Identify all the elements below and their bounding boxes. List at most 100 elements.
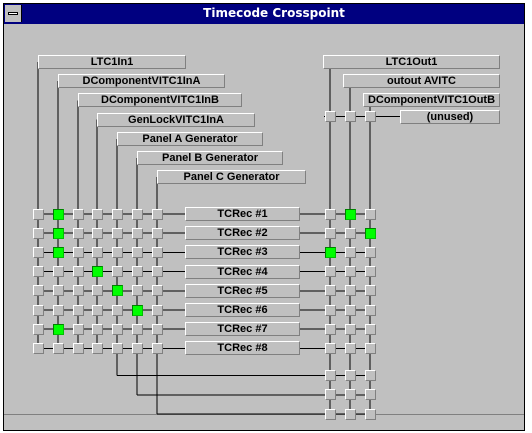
input-crosspoint-r5-c5[interactable] (111, 285, 123, 297)
input-crosspoint-r1-c6[interactable] (131, 208, 143, 220)
input-crosspoint-r1-c7[interactable] (151, 208, 163, 220)
loop-crosspoint-r1-c1[interactable] (324, 370, 336, 382)
input-crosspoint-r7-c1[interactable] (32, 323, 44, 335)
input-crosspoint-r7-c3[interactable] (72, 323, 84, 335)
input-crosspoint-r8-c3[interactable] (72, 342, 84, 354)
loop-crosspoint-r1-c2[interactable] (344, 370, 356, 382)
input-crosspoint-r8-c1[interactable] (32, 342, 44, 354)
input-crosspoint-r6-c4[interactable] (91, 304, 103, 316)
output-crosspoint-r2-c1[interactable] (324, 227, 336, 239)
input-source-2: DComponentVITC1InA (58, 74, 225, 89)
output-crosspoint-r4-c2[interactable] (344, 266, 356, 278)
loop-crosspoint-r2-c1[interactable] (324, 389, 336, 401)
output-crosspoint-r6-c1[interactable] (324, 304, 336, 316)
input-crosspoint-r8-c4[interactable] (91, 342, 103, 354)
input-source-7: Panel C Generator (157, 170, 306, 185)
reader-3: TCRec #3 (185, 245, 300, 260)
input-crosspoint-r5-c7[interactable] (151, 285, 163, 297)
output-crosspoint-r6-c3[interactable] (364, 304, 376, 316)
output-crosspoint-r8-c2[interactable] (344, 342, 356, 354)
input-crosspoint-r4-c1[interactable] (32, 266, 44, 278)
input-crosspoint-r1-c4[interactable] (91, 208, 103, 220)
output-crosspoint-r1-c3[interactable] (364, 208, 376, 220)
unused-label: (unused) (400, 109, 500, 124)
input-crosspoint-r7-c6[interactable] (131, 323, 143, 335)
output-crosspoint-r1-c1[interactable] (324, 208, 336, 220)
output-crosspoint-r7-c1[interactable] (324, 323, 336, 335)
input-crosspoint-r8-c2[interactable] (52, 342, 64, 354)
input-crosspoint-r4-c4[interactable] (91, 266, 103, 278)
input-crosspoint-r5-c4[interactable] (91, 285, 103, 297)
input-crosspoint-r1-c5[interactable] (111, 208, 123, 220)
input-crosspoint-r2-c4[interactable] (91, 227, 103, 239)
input-crosspoint-r7-c5[interactable] (111, 323, 123, 335)
output-crosspoint-r8-c3[interactable] (364, 342, 376, 354)
input-crosspoint-r2-c6[interactable] (131, 227, 143, 239)
reader-4: TCRec #4 (185, 264, 300, 279)
input-crosspoint-r7-c4[interactable] (91, 323, 103, 335)
output-dest-1: LTC1Out1 (323, 55, 500, 69)
unused-crosspoint-1[interactable] (324, 111, 336, 123)
input-crosspoint-r4-c7[interactable] (151, 266, 163, 278)
input-crosspoint-r5-c3[interactable] (72, 285, 84, 297)
input-crosspoint-r5-c2[interactable] (52, 285, 64, 297)
input-crosspoint-r3-c6[interactable] (131, 246, 143, 258)
input-crosspoint-r3-c7[interactable] (151, 246, 163, 258)
loop-crosspoint-r2-c3[interactable] (364, 389, 376, 401)
input-crosspoint-r2-c5[interactable] (111, 227, 123, 239)
input-crosspoint-r3-c5[interactable] (111, 246, 123, 258)
input-crosspoint-r6-c5[interactable] (111, 304, 123, 316)
input-crosspoint-r7-c2[interactable] (52, 323, 64, 335)
input-crosspoint-r8-c5[interactable] (111, 342, 123, 354)
output-crosspoint-r1-c2[interactable] (344, 208, 356, 220)
output-crosspoint-r6-c2[interactable] (344, 304, 356, 316)
input-crosspoint-r4-c5[interactable] (111, 266, 123, 278)
input-crosspoint-r4-c6[interactable] (131, 266, 143, 278)
input-crosspoint-r1-c3[interactable] (72, 208, 84, 220)
loop-crosspoint-r1-c3[interactable] (364, 370, 376, 382)
input-crosspoint-r2-c3[interactable] (72, 227, 84, 239)
input-crosspoint-r5-c6[interactable] (131, 285, 143, 297)
output-crosspoint-r5-c3[interactable] (364, 285, 376, 297)
output-crosspoint-r3-c1[interactable] (324, 246, 336, 258)
input-crosspoint-r3-c3[interactable] (72, 246, 84, 258)
input-crosspoint-r7-c7[interactable] (151, 323, 163, 335)
input-crosspoint-r8-c6[interactable] (131, 342, 143, 354)
loop-crosspoint-r3-c1[interactable] (324, 408, 336, 420)
unused-crosspoint-2[interactable] (344, 111, 356, 123)
output-crosspoint-r5-c2[interactable] (344, 285, 356, 297)
reader-7: TCRec #7 (185, 322, 300, 337)
loop-crosspoint-r3-c2[interactable] (344, 408, 356, 420)
output-crosspoint-r2-c2[interactable] (344, 227, 356, 239)
output-crosspoint-r2-c3[interactable] (364, 227, 376, 239)
input-crosspoint-r6-c1[interactable] (32, 304, 44, 316)
output-crosspoint-r4-c3[interactable] (364, 266, 376, 278)
output-crosspoint-r5-c1[interactable] (324, 285, 336, 297)
output-crosspoint-r4-c1[interactable] (324, 266, 336, 278)
input-crosspoint-r6-c7[interactable] (151, 304, 163, 316)
input-crosspoint-r1-c1[interactable] (32, 208, 44, 220)
output-dest-3: DComponentVITC1OutB (363, 93, 500, 108)
input-crosspoint-r4-c3[interactable] (72, 266, 84, 278)
input-crosspoint-r2-c2[interactable] (52, 227, 64, 239)
output-crosspoint-r7-c2[interactable] (344, 323, 356, 335)
output-crosspoint-r3-c3[interactable] (364, 246, 376, 258)
input-crosspoint-r2-c1[interactable] (32, 227, 44, 239)
input-crosspoint-r4-c2[interactable] (52, 266, 64, 278)
loop-crosspoint-r3-c3[interactable] (364, 408, 376, 420)
input-crosspoint-r6-c3[interactable] (72, 304, 84, 316)
input-crosspoint-r6-c6[interactable] (131, 304, 143, 316)
input-crosspoint-r1-c2[interactable] (52, 208, 64, 220)
input-crosspoint-r3-c4[interactable] (91, 246, 103, 258)
output-crosspoint-r8-c1[interactable] (324, 342, 336, 354)
input-crosspoint-r3-c1[interactable] (32, 246, 44, 258)
input-crosspoint-r6-c2[interactable] (52, 304, 64, 316)
output-crosspoint-r3-c2[interactable] (344, 246, 356, 258)
input-crosspoint-r2-c7[interactable] (151, 227, 163, 239)
output-crosspoint-r7-c3[interactable] (364, 323, 376, 335)
loop-crosspoint-r2-c2[interactable] (344, 389, 356, 401)
input-crosspoint-r3-c2[interactable] (52, 246, 64, 258)
input-crosspoint-r5-c1[interactable] (32, 285, 44, 297)
unused-crosspoint-3[interactable] (364, 111, 376, 123)
input-crosspoint-r8-c7[interactable] (151, 342, 163, 354)
